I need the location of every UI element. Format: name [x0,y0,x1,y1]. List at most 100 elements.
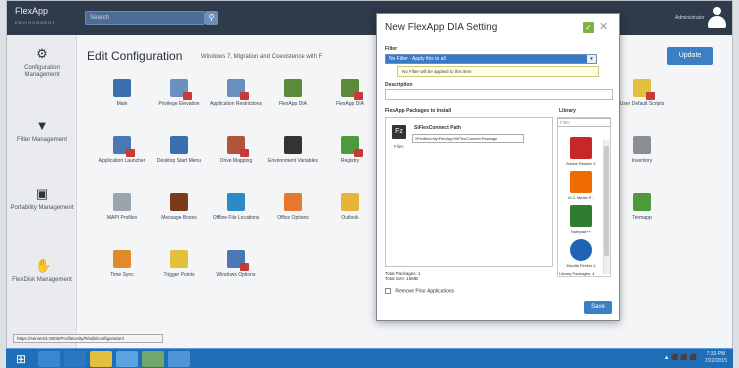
config-tile[interactable]: FlexApp DIA [323,79,377,107]
config-tile-label: Main [116,101,128,107]
config-tile[interactable]: Registry [323,136,377,164]
config-tile-label: Termapp [632,215,652,221]
config-tile[interactable]: Desktop Start Menu [152,136,206,164]
user-name[interactable]: Administrator [675,15,704,21]
taskbar-app-remote[interactable] [168,351,190,367]
briefcase-icon: ▣ [35,186,49,201]
taskbar-app-explorer[interactable] [38,351,60,367]
config-tile-label: Message Boxes [161,215,197,221]
config-tile[interactable]: Application Restrictions [209,79,263,107]
sidebar-item-label: FlexDisk Management [12,277,72,283]
avatar-icon[interactable] [707,7,727,29]
taskbar-app-server-manager[interactable] [142,351,164,367]
filter-select[interactable]: No Filter - Apply this to all ▾ [385,54,597,64]
config-tile[interactable]: Trigger Points [152,250,206,278]
logo: FlexApp ENVIRONMENT [15,7,56,27]
config-tile-icon [284,193,302,211]
config-tile[interactable]: Office Options [266,193,320,221]
config-tile-label: Drive Mapping [219,158,253,164]
remove-prior-apps-option[interactable]: Remove Prior Applications [385,288,454,294]
badge-icon [240,149,249,157]
config-tile-icon [227,193,245,211]
config-tile-label: Inventory [631,158,653,164]
config-tile[interactable]: Offline File Locations [209,193,263,221]
library-scroll-thumb[interactable] [604,146,609,256]
taskbar-app-powershell[interactable] [64,351,86,367]
status-url: https://server01:8000/ProfileUnity/#/edi… [13,334,163,343]
total-size: Total size: 15MB [385,276,419,281]
config-tile[interactable]: FlexApp DIA [266,79,320,107]
save-button[interactable]: Save [584,301,612,314]
windows-start-icon[interactable]: ⊞ [14,352,28,366]
library-item[interactable]: VLC Media P... [561,171,601,200]
badge-icon [646,92,655,100]
config-tile-label: Outlook [341,215,359,221]
packages-drop-area[interactable]: Fz SiFlexConnect Path \\ProfileUnity\Fle… [385,117,553,267]
config-tile-icon [227,136,249,157]
config-tile[interactable]: Environment Variables [266,136,320,164]
config-tile-label: Application Restrictions [210,101,262,107]
package-stats: Total Packages: 1 Total size: 15MB [385,271,421,281]
library-item-label: Adobe Reader X [566,161,596,166]
remove-prior-apps-label: Remove Prior Applications [395,288,455,295]
config-tile-label: Privilege Elevation [158,101,200,107]
library-app-icon [570,239,592,261]
confirm-check-icon[interactable]: ✓ [583,22,594,33]
sidebar-item-filter[interactable]: ▼ Filter Management [7,119,77,144]
config-tile-icon [170,193,188,211]
badge-icon [354,149,363,157]
sidebar-item-configuration[interactable]: ⚙ Configuration Management [7,47,77,79]
config-tile-icon [227,250,249,271]
hand-icon: ✋ [35,258,52,273]
sidebar-item-flexdisk[interactable]: ✋ FlexDisk Management [7,259,77,284]
config-tile[interactable]: Application Launcher [95,136,149,164]
config-tile[interactable]: Time Sync [95,250,149,278]
clock-time: 7:33 PM [706,351,726,357]
package-path-input[interactable]: \\ProfileUnity\FlexApp\SiFlexConnect.Pac… [412,134,524,143]
badge-icon [240,263,249,271]
config-tile[interactable]: Main [95,79,149,107]
config-tile[interactable]: User Default Scripts [615,79,669,107]
config-tile-icon [341,136,363,157]
config-tile-icon [284,136,302,154]
library-item[interactable]: Notepad++ [561,205,601,234]
config-tile[interactable]: Inventory [615,136,669,164]
library-item-label: Mozilla Firefox 4 [566,263,596,268]
library-app-icon [570,137,592,159]
funnel-icon: ▼ [35,118,49,133]
config-tile-label: Office Options [277,215,309,221]
taskbar-clock[interactable]: 7:33 PM 7/22/2015 [705,351,727,365]
config-tile[interactable]: Windows Options [209,250,263,278]
config-tile[interactable]: MAPI Profiles [95,193,149,221]
filter-select-value: No Filter - Apply this to all [389,56,446,62]
packages-label: FlexApp Packages to Install [385,108,452,114]
system-tray[interactable]: ▲ ⬛ ⬛ ⬛ [664,354,697,361]
chevron-down-icon[interactable]: ▾ [587,55,596,63]
config-tile-icon [284,79,302,97]
taskbar-app-folder[interactable] [90,351,112,367]
config-tile-label: Offline File Locations [212,215,260,221]
library-filter-input[interactable]: Filter [557,118,611,127]
library-app-icon [570,205,592,227]
library-count: Library Packages: 4 [559,271,595,276]
config-tile-icon [633,136,651,154]
taskbar-app-browser[interactable] [116,351,138,367]
search-input[interactable]: Search [85,11,205,25]
remove-prior-apps-checkbox[interactable] [385,288,391,294]
update-button[interactable]: Update [667,47,713,65]
config-tile[interactable]: Outlook [323,193,377,221]
config-tile-label: FlexApp DIA [335,101,365,107]
search-icon[interactable]: ⚲ [205,11,218,25]
config-tile[interactable]: Termapp [615,193,669,221]
config-tile[interactable]: Privilege Elevation [152,79,206,107]
close-icon[interactable]: ✕ [599,20,608,33]
config-tile[interactable]: Drive Mapping [209,136,263,164]
config-tile-label: Trigger Points [163,272,195,278]
badge-icon [183,92,192,100]
library-item[interactable]: Mozilla Firefox 4 [561,239,601,268]
description-input[interactable] [385,89,613,100]
sidebar-item-portability[interactable]: ▣ Portability Management [7,187,77,212]
config-tile[interactable]: Message Boxes [152,193,206,221]
config-tile-icon [227,79,249,100]
library-item[interactable]: Adobe Reader X [561,137,601,166]
